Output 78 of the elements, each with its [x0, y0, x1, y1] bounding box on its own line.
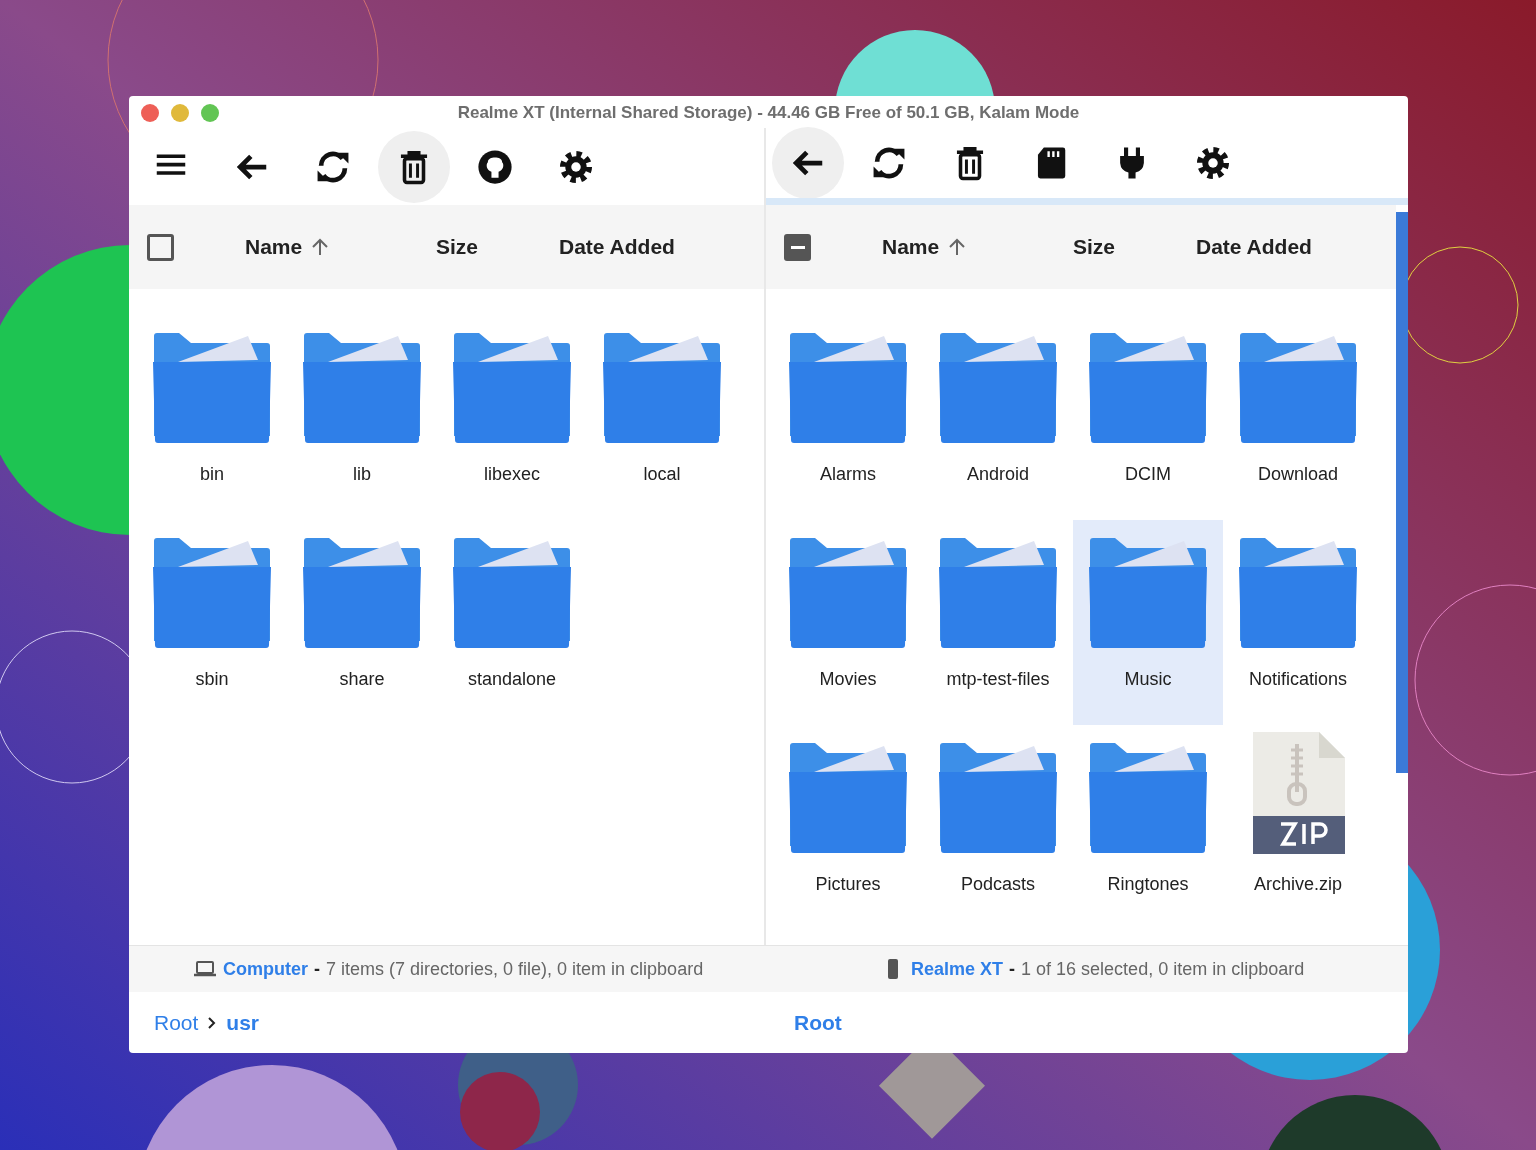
file-tile[interactable]: bin [137, 315, 287, 520]
folder-icon [938, 742, 1058, 854]
column-header[interactable]: Date Added [1196, 231, 1312, 263]
file-name: sbin [195, 668, 229, 691]
file-tile[interactable]: Archive.zip [1223, 725, 1373, 930]
folder-icon [1088, 537, 1208, 649]
file-tile[interactable]: Music [1073, 520, 1223, 725]
separator: - [314, 957, 320, 981]
file-name: mtp-test-files [946, 668, 1050, 691]
folder-icon [1088, 742, 1208, 854]
folder-icon [452, 537, 572, 649]
file-name: libexec [484, 463, 540, 486]
folder-icon [152, 332, 272, 444]
breadcrumb-link[interactable]: Root [154, 1006, 199, 1039]
file-name: local [643, 463, 681, 486]
folder-icon [602, 332, 722, 444]
folder-icon [788, 332, 908, 444]
file-name: lib [353, 463, 371, 486]
device-link[interactable]: Realme XT [911, 955, 1004, 983]
status-text: 7 items (7 directories, 0 file), 0 item in clipboard [326, 957, 704, 981]
file-name: Archive.zip [1254, 873, 1342, 896]
file-tile[interactable]: mtp-test-files [923, 520, 1073, 725]
settings-icon [1194, 144, 1232, 182]
file-tile[interactable]: lib [287, 315, 437, 520]
window-title: Realme XT (Internal Shared Storage) - 44.46 GB Free of 50.1 GB, Kalam Mode [457, 103, 1080, 123]
folder-icon [788, 537, 908, 649]
status-text: 1 of 16 selected, 0 item in clipboard [1021, 957, 1305, 981]
file-tile[interactable]: Pictures [773, 725, 923, 930]
folder-icon [1238, 537, 1358, 649]
file-name: Alarms [820, 463, 876, 486]
file-tile[interactable]: share [287, 520, 437, 725]
separator: - [1009, 957, 1016, 981]
folder-icon [302, 332, 422, 444]
folder-icon [938, 537, 1058, 649]
file-tile[interactable]: DCIM [1073, 315, 1223, 520]
folder-icon [152, 537, 272, 649]
breadcrumb-link[interactable]: Root [794, 1006, 842, 1039]
file-tile[interactable]: Alarms [773, 315, 923, 520]
select-all-checkbox[interactable] [147, 233, 174, 261]
file-name: DCIM [1125, 463, 1171, 486]
file-name: Ringtones [1107, 873, 1189, 896]
folder-icon [938, 332, 1058, 444]
device-link[interactable]: Computer [223, 955, 308, 983]
file-tile[interactable]: local [587, 315, 737, 520]
folder-icon [788, 742, 908, 854]
column-header[interactable]: Name [245, 231, 303, 263]
folder-icon [1238, 332, 1358, 444]
file-tile[interactable]: Podcasts [923, 725, 1073, 930]
file-name: Music [1124, 668, 1172, 691]
file-tile[interactable]: libexec [437, 315, 587, 520]
file-name: Download [1257, 463, 1339, 486]
file-name: Podcasts [960, 873, 1035, 896]
file-tile[interactable]: Android [923, 315, 1073, 520]
file-name: bin [200, 463, 224, 486]
file-name: standalone [467, 668, 557, 691]
file-tile[interactable]: Notifications [1223, 520, 1373, 725]
breadcrumb-link[interactable]: usr [226, 1006, 260, 1039]
file-tile[interactable]: standalone [437, 520, 587, 725]
select-all-checkbox[interactable] [784, 233, 811, 261]
column-header[interactable]: Date Added [559, 231, 675, 263]
file-tile[interactable]: sbin [137, 520, 287, 725]
column-header[interactable]: Name [882, 231, 940, 263]
column-header[interactable]: Size [1073, 231, 1116, 263]
file-name: Movies [819, 668, 877, 691]
file-name: share [339, 668, 385, 691]
file-tile[interactable]: Ringtones [1073, 725, 1223, 930]
file-tile[interactable]: Movies [773, 520, 923, 725]
folder-icon [452, 332, 572, 444]
file-name: Pictures [815, 873, 881, 896]
file-tile[interactable]: Download [1223, 315, 1373, 520]
file-name: Android [966, 463, 1029, 486]
file-name: Notifications [1248, 668, 1347, 691]
scrollbar[interactable] [1396, 212, 1408, 773]
zip-file-icon [1251, 732, 1345, 854]
folder-icon [302, 537, 422, 649]
folder-icon [1088, 332, 1208, 444]
close-button[interactable] [141, 104, 159, 122]
column-header[interactable]: Size [436, 231, 479, 263]
